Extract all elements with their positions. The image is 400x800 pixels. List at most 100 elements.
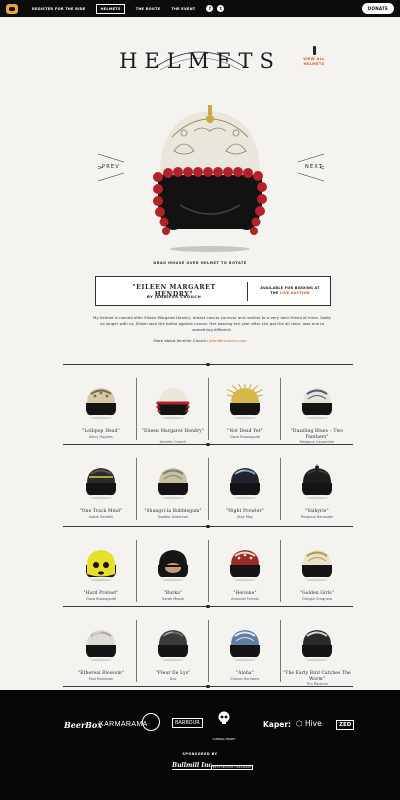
top-nav: REGISTER FOR THE RIDE HELMETS THE ROUTE … <box>0 0 400 17</box>
sponsor-barbour[interactable]: BARBOUR <box>172 718 203 728</box>
helmet-artist: Dave Buonaguidi <box>86 597 116 601</box>
helmet-card[interactable]: "One Track Mind" Adam Santelli <box>65 452 137 532</box>
helmet-name: "Aloha" <box>236 671 254 676</box>
helmet-card[interactable]: "Hard Protest" Dave Buonaguidi <box>65 534 137 614</box>
page-title: HELMETS <box>119 49 281 73</box>
helmet-card[interactable]: "The Early Bird Catches The Worm" Tim Roc… <box>281 614 353 694</box>
helmet-artist: Giorgia Grugnola <box>302 597 332 601</box>
helmet-artist: Sharon Surname <box>230 677 260 681</box>
sponsor-badge-logo[interactable] <box>142 713 160 731</box>
helmet-name: "Valkyrie" <box>305 509 329 514</box>
helmet-artist: Dobbie Anderson <box>157 515 189 519</box>
artist-more-line: More about Jennifer Crouch: jennifercrou… <box>153 338 247 343</box>
helmet-artist: Paul Robinson <box>88 677 114 681</box>
site-logo[interactable] <box>6 3 18 14</box>
helmet-name: "Burka" <box>163 591 183 596</box>
helmet-card[interactable]: "Night Prowler" Stay May <box>209 452 281 532</box>
auction-availability: AVAILABLE FOR BIDDING AT THE LIVE AUCTIO… <box>260 286 320 295</box>
helmet-artist: Kerry Hughes <box>89 435 113 439</box>
sponsor-kaper[interactable]: Kaper: <box>263 720 291 729</box>
featured-helmet-image[interactable] <box>150 97 270 257</box>
helmet-thumbnail <box>302 388 332 420</box>
helmet-thumbnail <box>86 468 116 500</box>
helmet-card[interactable]: "Shangri-la Bubblegum" Dobbie Anderson <box>137 452 209 532</box>
helmet-thumbnail <box>302 630 332 662</box>
next-button[interactable]: NEXT <box>296 150 326 185</box>
helmet-thumbnail <box>302 550 332 582</box>
helmet-thumbnail <box>230 630 260 662</box>
featured-description: My helmet is named after Eileen Margaret… <box>93 315 331 333</box>
helmet-name: "Lollipop Head" <box>82 429 120 434</box>
divider-dot <box>206 362 210 367</box>
nav-event[interactable]: THE EVENT <box>171 7 195 11</box>
helmet-card[interactable]: "Golden Girls" Giorgia Grugnola <box>281 534 353 614</box>
sponsor-beerbox[interactable]: BeerBox <box>64 720 102 730</box>
helmet-name: "Ethereal Blossom" <box>78 671 124 676</box>
helmet-name: "Hard Protest" <box>83 591 119 596</box>
helmet-artist: Jennifer Crouch <box>159 440 187 444</box>
helmet-name: "Heroine" <box>233 591 257 596</box>
helmet-artist: Dave Buonaguidi <box>230 435 260 439</box>
sponsor-zed[interactable]: ZED <box>336 720 355 730</box>
nav-helmets[interactable]: HELMETS <box>96 3 125 14</box>
helmet-card[interactable]: "Ethereal Blossom" Paul Robinson <box>65 614 137 694</box>
helmet-artist: Adam Santelli <box>88 515 114 519</box>
helmet-artist: Sarah Maple <box>162 597 184 601</box>
helmet-grid: "Lollipop Head" Kerry Hughes "Eileen Marga… <box>63 362 353 689</box>
featured-info-box: "EILEEN MARGARET HENDRY" BY JENNIFER CRO… <box>95 276 331 306</box>
helmet-card[interactable]: "Valkyrie" Margaux Renaudin <box>281 452 353 532</box>
sponsor-restoration[interactable]: RESTORATION HARDWARE <box>211 765 254 770</box>
facebook-icon[interactable]: f <box>206 5 214 12</box>
sponsor-hive[interactable]: ⬡ Hive <box>296 719 322 728</box>
helmet-thumbnail <box>158 630 188 662</box>
helmet-card[interactable]: "Fleur De Lys" Dzo <box>137 614 209 694</box>
helmet-thumbnail <box>302 464 332 500</box>
helmet-artist: Tim Rocknia <box>306 682 328 686</box>
helmet-card[interactable]: "Burka" Sarah Maple <box>137 534 209 614</box>
helmet-card[interactable]: "Aloha" Sharon Surname <box>209 614 281 694</box>
helmet-thumbnail <box>86 630 116 662</box>
helmet-name: "Shangri-la Bubblegum" <box>144 509 202 514</box>
helmet-thumbnail <box>230 468 260 500</box>
twitter-icon[interactable]: t <box>217 5 225 12</box>
hive-hexagon-icon: ⬡ <box>296 719 303 728</box>
helmet-card[interactable]: "Dazzling Blues – Two Panthers" Margaux C… <box>281 372 353 452</box>
helmet-pin-icon <box>312 46 316 55</box>
helmet-name: "Golden Girls" <box>299 591 334 596</box>
view-all-link[interactable]: VIEW ALL HELMETS <box>298 46 330 66</box>
helmet-thumbnail <box>86 550 116 582</box>
info-divider <box>247 282 248 301</box>
helmet-artist: Dzo <box>169 677 177 681</box>
nav-register[interactable]: REGISTER FOR THE RIDE <box>32 7 85 11</box>
helmet-thumbnail <box>158 468 188 500</box>
helmet-artist: Margaux Carpentier <box>299 440 335 444</box>
helmet-artist: Margaux Renaudin <box>300 515 334 519</box>
helmet-card[interactable]: "Not Dead Yet" Dave Buonaguidi <box>209 372 281 452</box>
donate-button[interactable]: DONATE <box>361 3 394 14</box>
rotate-hint: DRAG MOUSE OVER HELMET TO ROTATE <box>153 261 247 265</box>
sponsored-by-label: SPONSORED BY <box>182 752 218 756</box>
grid-divider <box>63 362 353 367</box>
helmet-name: "Eileen Margaret Hendry" <box>141 429 205 434</box>
helmet-name: "Night Prowler" <box>226 509 264 514</box>
nav-route[interactable]: THE ROUTE <box>136 7 161 11</box>
helmet-thumbnail <box>86 388 116 420</box>
helmet-thumbnail <box>230 550 260 582</box>
skull-helmet-icon <box>218 711 230 724</box>
sponsor-cardinal[interactable]: CARDINAL HELMET <box>209 711 239 744</box>
artist-website-link[interactable]: jennifercrouch.com <box>209 338 246 343</box>
sponsor-bullmill[interactable]: Bullmill Inc. <box>172 762 215 770</box>
helmet-card[interactable]: "Eileen Margaret Hendry" Jennifer Crouch <box>137 372 209 452</box>
helmet-name: "One Track Mind" <box>79 509 123 514</box>
helmet-artist: Stay May <box>236 515 254 519</box>
prev-button[interactable]: PREV <box>96 150 126 185</box>
helmet-name: "Not Dead Yet" <box>227 429 263 434</box>
footer: BeerBox KARMARAMA BARBOUR CARDINAL HELME… <box>0 690 400 800</box>
helmet-artist: Amanda Forrest <box>231 597 259 601</box>
sponsor-karmarama[interactable]: KARMARAMA <box>99 721 148 728</box>
featured-artist: BY JENNIFER CROUCH <box>146 294 202 299</box>
helmet-card[interactable]: "Heroine" Amanda Forrest <box>209 534 281 614</box>
helmet-name: "The Early Bird Catches The Worm" <box>283 671 351 682</box>
live-auction-link[interactable]: LIVE AUCTION <box>280 291 310 295</box>
helmet-card[interactable]: "Lollipop Head" Kerry Hughes <box>65 372 137 452</box>
